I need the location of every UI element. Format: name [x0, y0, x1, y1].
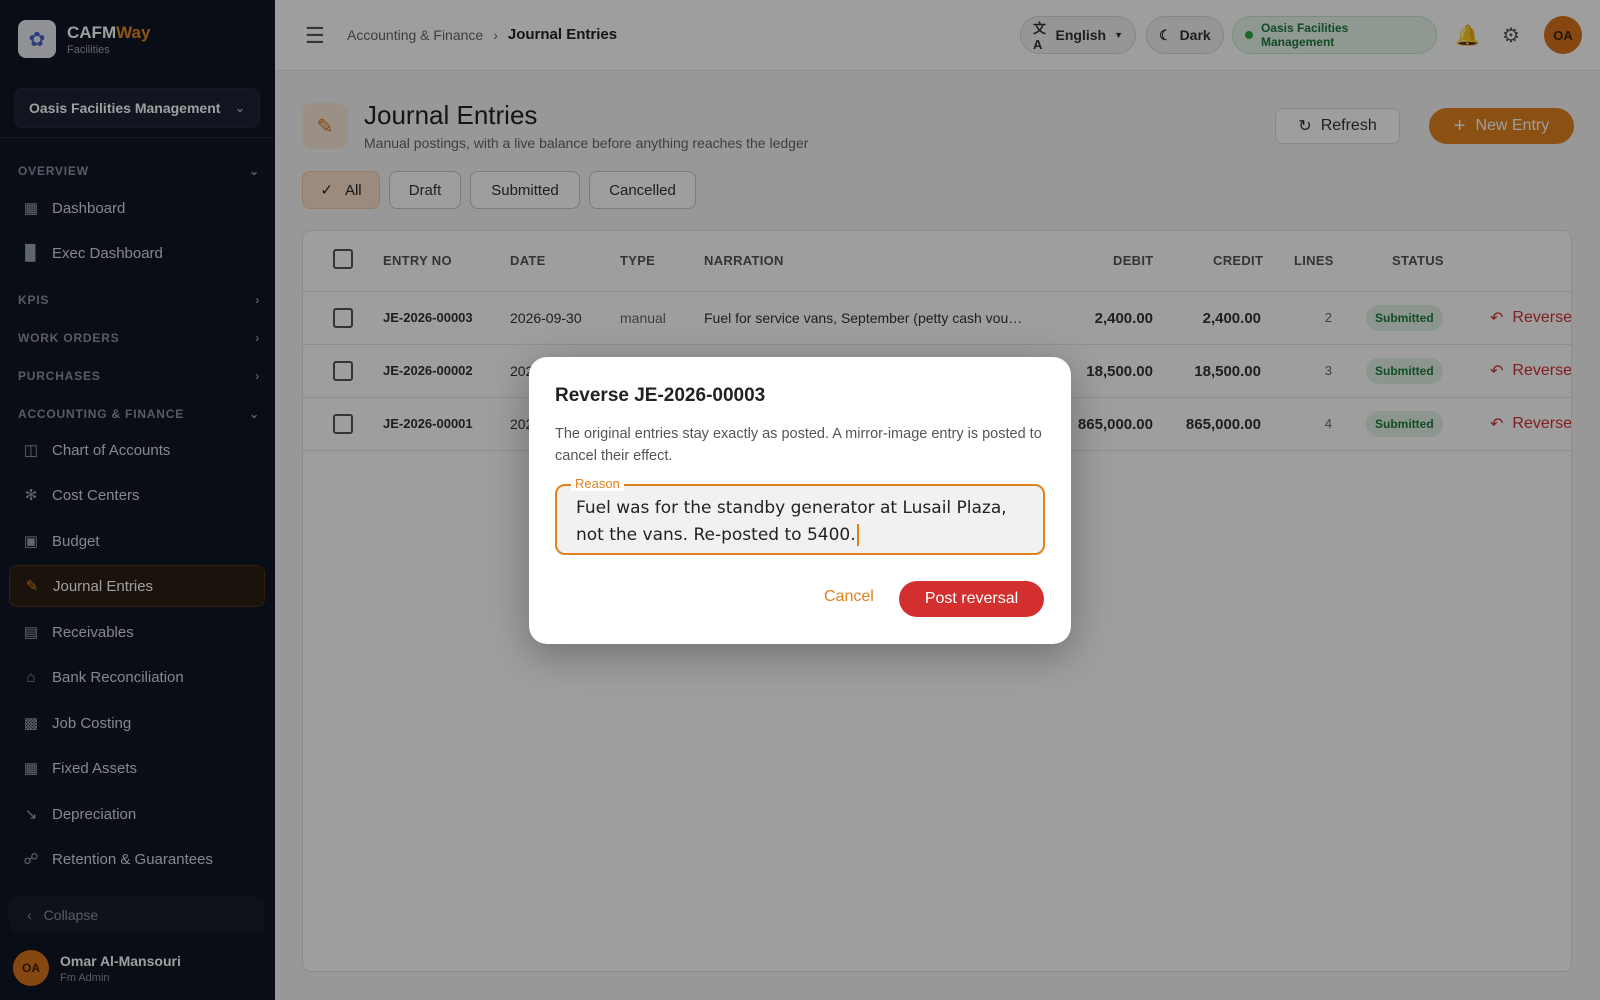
- text-cursor: [856, 524, 859, 546]
- reverse-entry-dialog: Reverse JE-2026-00003 The original entri…: [529, 357, 1071, 644]
- reason-input[interactable]: Fuel was for the standby generator at Lu…: [576, 495, 1031, 549]
- dialog-title: Reverse JE-2026-00003: [555, 385, 766, 406]
- reason-field-label: Reason: [571, 476, 624, 491]
- dialog-description: The original entries stay exactly as pos…: [555, 426, 1042, 464]
- post-reversal-button[interactable]: Post reversal: [899, 581, 1044, 617]
- reason-field[interactable]: Reason Fuel was for the standby generato…: [555, 476, 1045, 555]
- cancel-button[interactable]: Cancel: [824, 588, 874, 606]
